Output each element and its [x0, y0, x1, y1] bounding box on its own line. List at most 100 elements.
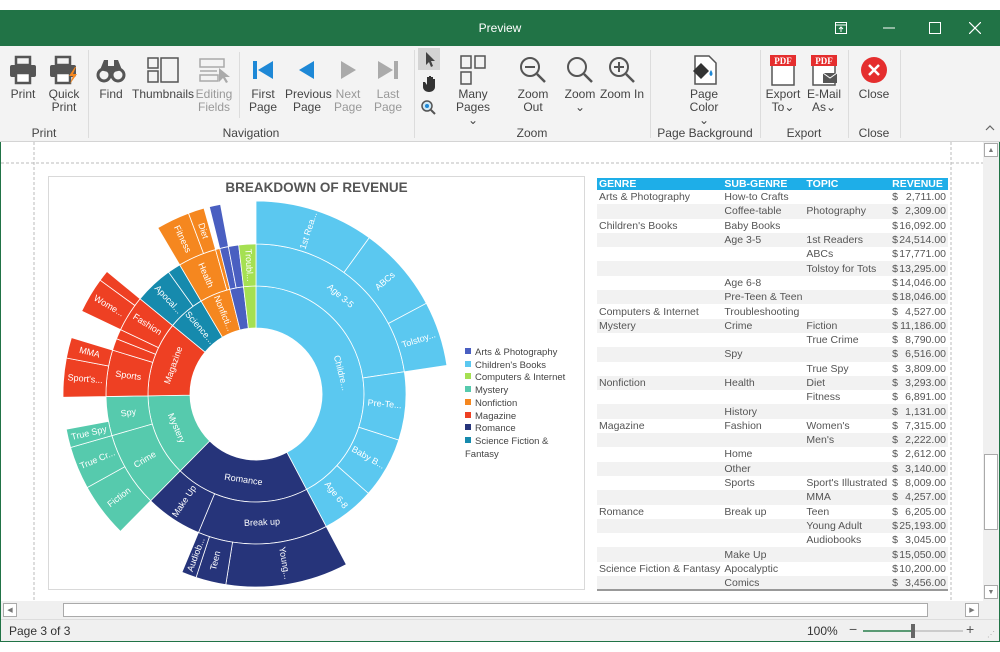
table-row: Other $3,140.00	[597, 461, 948, 476]
email-as-button[interactable]: PDF E-Mail As⌄	[806, 52, 842, 114]
revenue-value: 2,222.00	[905, 434, 946, 447]
zoom-group-label: Zoom	[516, 126, 548, 140]
topic-cell: True Spy	[806, 362, 849, 375]
magnifier-tool-button[interactable]	[418, 96, 440, 118]
scroll-right-button[interactable]: ▶	[965, 603, 979, 617]
revenue-value: 6,516.00	[905, 348, 946, 361]
horizontal-scroll-thumb[interactable]	[63, 603, 928, 617]
table-row: Men's $2,222.00	[597, 433, 948, 448]
many-pages-button[interactable]: Many Pages ⌄	[444, 52, 502, 127]
zoom-in-small-button[interactable]: +	[966, 621, 974, 637]
genre-cell	[597, 533, 722, 547]
sub-genre-cell	[722, 518, 805, 534]
topic-cell	[804, 190, 890, 204]
topic-cell: Audiobooks	[806, 534, 862, 547]
scroll-up-button[interactable]: ▲	[984, 143, 998, 157]
genre-cell	[597, 261, 723, 276]
page-background-group-label: Page Background	[657, 126, 753, 140]
topic-cell: Women's	[806, 419, 850, 432]
previous-page-button[interactable]: Previous Page	[285, 52, 332, 114]
revenue-value: 3,293.00	[905, 377, 946, 389]
vertical-scroll-thumb[interactable]	[984, 454, 998, 530]
topic-cell: Photography	[804, 204, 891, 219]
revenue-cell: $17,771.00	[890, 247, 948, 261]
editing-fields-button[interactable]: Editing Fields	[195, 52, 233, 114]
genre-cell	[597, 232, 723, 248]
minimize-button[interactable]	[866, 10, 912, 46]
close-preview-button[interactable]: Close	[856, 52, 892, 101]
scroll-left-button[interactable]: ◀	[3, 603, 17, 617]
sub-genre-cell: Make Up	[722, 547, 805, 562]
first-page-button[interactable]: First Page	[246, 52, 280, 114]
revenue-cell: $24,514.00	[890, 232, 948, 248]
topic-cell	[804, 461, 891, 476]
status-bar: Page 3 of 3 100% − + ⋰	[1, 619, 999, 641]
legend-label: Computers & Internet	[475, 372, 566, 384]
scroll-down-button[interactable]: ▼	[984, 585, 998, 599]
revenue-value: 24,514.00	[899, 234, 946, 247]
revenue-cell: $2,711.00	[890, 190, 948, 204]
sub-genre-cell: Troubleshooting	[724, 305, 800, 318]
zoom-out-icon	[520, 57, 546, 83]
pointer-tool-button[interactable]	[418, 48, 440, 70]
find-button[interactable]: Find	[94, 52, 128, 101]
close-window-button[interactable]	[952, 10, 998, 46]
print-button[interactable]: Print	[6, 52, 40, 101]
revenue-cell: $11,186.00	[890, 318, 948, 333]
genre-cell	[597, 433, 723, 448]
topic-cell: Fiction	[804, 318, 891, 333]
legend-swatch	[465, 398, 471, 405]
page-color-button[interactable]: Page Color ⌄	[674, 52, 734, 127]
maximize-icon	[929, 22, 941, 34]
quick-print-button[interactable]: Quick Print	[44, 52, 84, 114]
revenue-value: 8,790.00	[905, 334, 946, 347]
ribbon-display-button[interactable]	[818, 10, 864, 46]
collapse-ribbon-button[interactable]	[984, 122, 996, 134]
editing-fields-icon	[199, 58, 230, 83]
zoom-button[interactable]: Zoom ⌄	[563, 52, 597, 114]
table-row: Fitness $6,891.00	[597, 390, 948, 404]
separator	[848, 50, 849, 138]
sunburst-label: Break up	[244, 516, 280, 528]
separator	[760, 50, 761, 138]
hand-tool-button[interactable]	[418, 72, 440, 94]
legend-label: Romance	[475, 423, 516, 435]
pointer-icon	[426, 52, 435, 67]
currency-symbol: $	[892, 348, 898, 361]
genre-cell	[597, 476, 722, 490]
last-page-button[interactable]: Last Page	[374, 52, 402, 114]
table-row: Mystery Crime Fiction $11,186.00	[597, 318, 948, 333]
zoom-in-button[interactable]: Zoom In	[600, 52, 644, 101]
next-page-button[interactable]: Next Page	[334, 52, 362, 114]
export-to-button[interactable]: PDF Export To⌄	[764, 52, 802, 114]
currency-symbol: $	[892, 534, 898, 547]
zoom-slider-track[interactable]	[863, 624, 963, 638]
horizontal-scrollbar[interactable]: ◀ ▶	[1, 601, 983, 619]
sub-genre-cell: Pre-Teen & Teen	[722, 290, 805, 305]
resize-grip-icon: ⋰	[987, 630, 995, 639]
revenue-cell: $6,205.00	[890, 505, 948, 519]
revenue-value: 13,295.00	[899, 262, 946, 275]
topic-cell	[804, 347, 891, 362]
separator	[239, 52, 240, 118]
zoom-out-button[interactable]: Zoom Out	[507, 52, 559, 114]
currency-symbol: $	[892, 562, 898, 575]
vertical-scrollbar[interactable]: ▲ ▼	[983, 142, 999, 601]
separator	[900, 50, 901, 138]
thumbnails-button[interactable]: Thumbnails	[132, 52, 194, 101]
table-row: Tolstoy for Tots $13,295.00	[597, 261, 948, 276]
legend-item: Arts & Photography	[465, 347, 584, 360]
genre-cell	[597, 404, 723, 419]
zoom-out-small-button[interactable]: −	[849, 621, 857, 637]
zoom-slider-thumb[interactable]	[911, 624, 915, 638]
genre-cell	[597, 247, 722, 261]
revenue-cell: $6,516.00	[890, 347, 948, 362]
zoom-icon	[567, 57, 593, 83]
topic-cell: Tolstoy for Tots	[804, 261, 891, 276]
topic-cell	[804, 276, 890, 290]
genre-cell: Nonfiction	[597, 375, 723, 391]
revenue-cell: $13,295.00	[890, 261, 948, 276]
currency-symbol: $	[892, 477, 898, 490]
sub-genre-cell: How-to Crafts	[724, 191, 789, 204]
topic-cell	[804, 547, 891, 562]
